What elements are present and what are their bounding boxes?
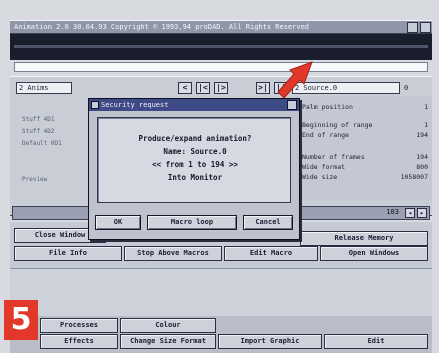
nav-prev-button[interactable]: <: [178, 82, 192, 94]
annotation-arrow-icon: [277, 61, 313, 98]
info-row: Wide format 800: [302, 163, 428, 171]
change-size-format-button[interactable]: Change Size Format: [120, 334, 216, 349]
left-label-default: Default 0D1: [22, 140, 62, 147]
left-label-stuff-2: Stuff 4D2: [22, 128, 55, 135]
command-input[interactable]: [14, 62, 428, 72]
edit-button[interactable]: Edit: [324, 334, 428, 349]
processes-button[interactable]: Processes: [40, 318, 118, 333]
file-info-button[interactable]: File Info: [14, 246, 122, 261]
info-row: Number of frames 194: [302, 153, 428, 161]
window-title-bar[interactable]: Animation 2.0 30.04.93 Copyright © 1993,…: [10, 20, 432, 34]
nav-play-button[interactable]: |>: [214, 82, 228, 94]
stop-above-macros-button[interactable]: Stop Above Macros: [124, 246, 222, 261]
open-windows-button[interactable]: Open Windows: [320, 246, 428, 261]
colour-button[interactable]: Colour: [120, 318, 216, 333]
close-gadget-icon[interactable]: [91, 101, 99, 109]
left-label-preview: Preview: [22, 176, 48, 183]
anims-field-label: 2 Anims: [19, 84, 49, 92]
source-count: 0: [404, 84, 409, 92]
anims-field[interactable]: 2 Anims: [16, 82, 72, 94]
dialog-line-range: << from 1 to 194 >>: [152, 160, 238, 169]
step-number-badge: 5: [4, 300, 38, 340]
edit-macro-button[interactable]: Edit Macro: [224, 246, 318, 261]
dialog-line-target: Into Monitor: [167, 173, 223, 182]
depth-gadget-icon[interactable]: [420, 22, 431, 33]
window-title: Animation 2.0 30.04.93 Copyright © 1993,…: [14, 23, 310, 31]
scroll-readout: 103: [386, 208, 399, 216]
security-request-dialog: Security request Produce/expand animatio…: [88, 98, 300, 240]
import-graphic-button[interactable]: Import Graphic: [218, 334, 322, 349]
depth-gadget-icon[interactable]: [287, 100, 297, 110]
dialog-line-name: Name: Source.0: [163, 147, 227, 156]
info-row: End of range 194: [302, 131, 428, 139]
scroll-right-arrow-icon[interactable]: ▸: [417, 208, 427, 218]
animation-info-panel: Palm position 1 Beginning of range 1 End…: [292, 96, 432, 200]
ok-button[interactable]: OK: [95, 215, 141, 230]
info-row: Palm position 1: [302, 103, 428, 111]
zoom-gadget-icon[interactable]: [407, 22, 418, 33]
info-row: Wide size 1058007: [302, 173, 428, 181]
cancel-button[interactable]: Cancel: [243, 215, 293, 230]
nav-last-button[interactable]: >|: [256, 82, 270, 94]
scroll-left-arrow-icon[interactable]: ◂: [405, 208, 415, 218]
dialog-title-bar[interactable]: Security request: [89, 99, 299, 111]
info-row: Beginning of range 1: [302, 121, 428, 129]
release-memory-button[interactable]: Release Memory: [300, 231, 428, 246]
left-label-stuff-1: Stuff 4D1: [22, 116, 55, 123]
strip-divider: [14, 45, 428, 48]
effects-button[interactable]: Effects: [40, 334, 118, 349]
dialog-line-question: Produce/expand animation?: [138, 134, 252, 143]
dialog-title: Security request: [101, 101, 169, 109]
toolbar-strip: [10, 34, 432, 60]
macro-loop-button[interactable]: Macro loop: [147, 215, 237, 230]
dialog-message: Produce/expand animation? Name: Source.0…: [97, 117, 291, 203]
nav-first-button[interactable]: |<: [196, 82, 210, 94]
empty-workspace: [10, 268, 432, 316]
